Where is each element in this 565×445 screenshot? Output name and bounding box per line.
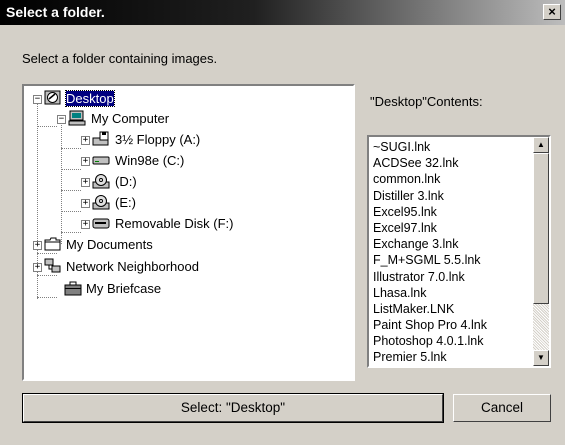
list-item[interactable]: Exchange 3.lnk — [373, 236, 533, 252]
scroll-down-button[interactable]: ▼ — [533, 350, 549, 366]
tree-item-label: (E:) — [115, 195, 136, 210]
scrollbar-thumb[interactable] — [533, 153, 549, 304]
tree-connector — [61, 118, 62, 244]
tree-item-label: Win98e (C:) — [115, 153, 185, 168]
tree-item-label: 3½ Floppy (A:) — [115, 132, 201, 147]
folder-icon — [44, 237, 61, 251]
expand-toggle[interactable]: + — [81, 136, 90, 145]
desktop-icon — [44, 90, 61, 105]
list-item[interactable]: Paint Shop Pro 4.lnk — [373, 317, 533, 333]
select-folder-dialog: Select a folder. × Select a folder conta… — [0, 0, 565, 445]
tree-connector — [37, 297, 57, 298]
folder-tree[interactable]: − Desktop − My Computer + 3½ Floppy (A:)… — [22, 84, 355, 381]
list-item[interactable]: Excel95.lnk — [373, 204, 533, 220]
list-item[interactable]: ACDSee 32.lnk — [373, 155, 533, 171]
tree-connector — [61, 148, 81, 149]
tree-item-label: (D:) — [115, 174, 137, 189]
expand-toggle[interactable]: + — [33, 241, 42, 250]
tree-connector — [37, 126, 57, 127]
collapse-toggle[interactable]: − — [57, 115, 66, 124]
list-item[interactable]: Photoshop 4.0.1.lnk — [373, 333, 533, 349]
contents-list: ~SUGI.lnk ACDSee 32.lnk common.lnk Disti… — [373, 139, 533, 366]
list-item[interactable]: ListMaker.LNK — [373, 301, 533, 317]
network-icon — [44, 258, 61, 273]
list-item[interactable]: Excel97.lnk — [373, 220, 533, 236]
cd-drive-icon — [92, 195, 110, 210]
tree-connector — [61, 232, 81, 233]
expand-toggle[interactable]: + — [81, 178, 90, 187]
scroll-up-button[interactable]: ▲ — [533, 137, 549, 153]
tree-connector — [61, 190, 81, 191]
select-button[interactable]: Select: "Desktop" — [22, 393, 444, 423]
removable-disk-icon — [92, 218, 110, 229]
list-item[interactable]: common.lnk — [373, 171, 533, 187]
collapse-toggle[interactable]: − — [33, 95, 42, 104]
list-item[interactable]: Lhasa.lnk — [373, 285, 533, 301]
title-bar[interactable]: Select a folder. × — [0, 0, 565, 25]
hard-drive-icon — [92, 156, 110, 165]
contents-listbox[interactable]: ~SUGI.lnk ACDSee 32.lnk common.lnk Disti… — [367, 135, 551, 368]
window-title: Select a folder. — [6, 4, 105, 20]
tree-item-label: My Computer — [91, 111, 170, 126]
list-item[interactable]: ~SUGI.lnk — [373, 139, 533, 155]
cd-drive-icon — [92, 174, 110, 189]
contents-label: "Desktop"Contents: — [370, 94, 483, 109]
expand-toggle[interactable]: + — [81, 199, 90, 208]
tree-connector — [61, 169, 81, 170]
tree-item-label: My Documents — [66, 237, 153, 252]
vertical-scrollbar[interactable]: ▲ ▼ — [533, 137, 549, 366]
tree-connector — [37, 275, 57, 276]
floppy-drive-icon — [92, 131, 109, 146]
close-button[interactable]: × — [543, 4, 561, 20]
instruction-text: Select a folder containing images. — [22, 51, 218, 66]
list-item[interactable]: Premier 5.lnk — [373, 349, 533, 365]
briefcase-icon — [64, 281, 82, 296]
tree-item-label: Desktop — [65, 90, 115, 107]
cancel-button[interactable]: Cancel — [453, 394, 551, 422]
expand-toggle[interactable]: + — [81, 157, 90, 166]
tree-item-label: Removable Disk (F:) — [115, 216, 234, 231]
tree-connector — [61, 211, 81, 212]
list-item[interactable]: F_M+SGML 5.5.lnk — [373, 252, 533, 268]
computer-icon — [68, 110, 86, 126]
tree-item-label: Network Neighborhood — [66, 259, 199, 274]
list-item[interactable]: Illustrator 7.0.lnk — [373, 269, 533, 285]
tree-connector — [37, 253, 57, 254]
expand-toggle[interactable]: + — [81, 220, 90, 229]
expand-toggle[interactable]: + — [33, 263, 42, 272]
list-item[interactable]: Distiller 3.lnk — [373, 188, 533, 204]
tree-item-label: My Briefcase — [86, 281, 162, 296]
